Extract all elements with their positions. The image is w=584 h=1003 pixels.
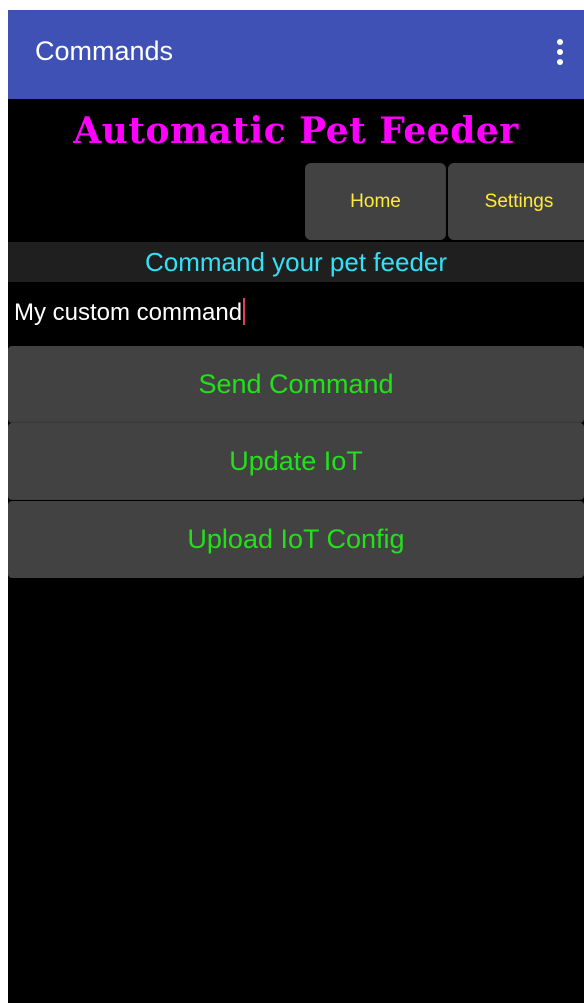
text-caret <box>243 298 246 326</box>
menu-dot <box>557 49 563 55</box>
send-command-button[interactable]: Send Command <box>8 346 584 423</box>
command-input[interactable]: My custom command <box>8 296 584 330</box>
banner-title: Automatic Pet Feeder <box>73 110 519 152</box>
menu-dot <box>557 59 563 65</box>
command-input-value: My custom command <box>14 299 243 326</box>
subtitle-text: Command your pet feeder <box>144 246 448 277</box>
app-screen: Commands Automatic Pet Feeder Home Setti… <box>8 10 584 1003</box>
update-iot-button[interactable]: Update IoT <box>8 423 584 500</box>
app-bar-title: Commands <box>35 36 174 66</box>
app-bar: Commands <box>8 10 584 99</box>
section-subtitle: Command your pet feeder <box>8 242 584 282</box>
home-button[interactable]: Home <box>305 163 446 240</box>
menu-dot <box>557 39 563 45</box>
upload-iot-config-button[interactable]: Upload IoT Config <box>8 501 584 578</box>
settings-button[interactable]: Settings <box>448 163 584 240</box>
more-vert-icon[interactable] <box>550 39 570 71</box>
